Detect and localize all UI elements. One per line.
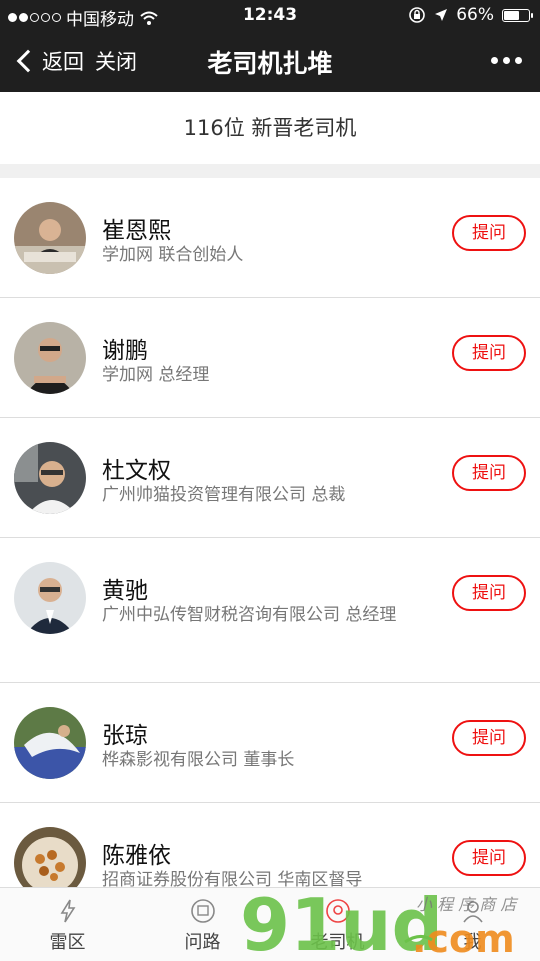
driver-name: 陈雅依 [102, 843, 171, 869]
user-icon [463, 901, 483, 923]
location-arrow-icon [435, 9, 448, 21]
driver-desc: 桦森影视有限公司 董事长 [102, 750, 295, 770]
list-item[interactable]: 黄驰 广州中弘传智财税咨询有限公司 总经理 提问 [0, 538, 540, 683]
tab-ask-way[interactable]: 问路 [135, 888, 270, 961]
ask-button[interactable]: 提问 [452, 720, 526, 756]
list-item[interactable]: 张琼 桦森影视有限公司 董事长 提问 [0, 683, 540, 803]
driver-name: 黄驰 [102, 578, 148, 604]
tab-label: 雷区 [49, 932, 86, 953]
tab-drivers[interactable]: 老司机 [270, 888, 405, 961]
tab-label: 老司机 [310, 932, 365, 953]
driver-name: 谢鹏 [102, 338, 148, 364]
status-bar: 中国移动 12:43 66% [0, 0, 540, 30]
avatar [14, 322, 86, 394]
battery-percent: 66% [456, 5, 494, 25]
ask-button[interactable]: 提问 [452, 575, 526, 611]
driver-name: 张琼 [102, 723, 148, 749]
avatar [14, 442, 86, 514]
avatar [14, 202, 86, 274]
list-item[interactable]: 谢鹏 学加网 总经理 提问 [0, 298, 540, 418]
avatar [14, 707, 86, 779]
lightning-icon [60, 899, 76, 923]
status-right: 66% [408, 5, 533, 25]
driver-desc: 学加网 总经理 [102, 365, 210, 385]
driver-icon [326, 899, 350, 923]
driver-name: 崔恩熙 [102, 218, 171, 244]
question-bubble-icon [191, 899, 215, 923]
driver-list: 崔恩熙 学加网 联合创始人 提问 谢鹏 学加网 总经理 提问 杜文权 广州帅猫投… [0, 178, 540, 923]
driver-desc: 广州中弘传智财税咨询有限公司 总经理 [102, 605, 397, 625]
more-icon[interactable] [491, 57, 522, 64]
nav-bar: 返回 关闭 老司机扎堆 [0, 30, 540, 92]
list-item[interactable]: 崔恩熙 学加网 联合创始人 提问 [0, 178, 540, 298]
tab-me[interactable]: 我 [405, 888, 540, 961]
driver-name: 杜文权 [102, 458, 171, 484]
tab-label: 我 [463, 932, 482, 953]
ask-button[interactable]: 提问 [452, 335, 526, 371]
page-title: 老司机扎堆 [207, 49, 333, 78]
tab-label: 问路 [184, 932, 221, 953]
ask-button[interactable]: 提问 [452, 215, 526, 251]
driver-desc: 广州帅猫投资管理有限公司 总裁 [102, 485, 346, 505]
avatar [14, 562, 86, 634]
tab-bar: 雷区 问路 老司机 我 [0, 887, 540, 961]
rotation-lock-icon [409, 7, 426, 23]
driver-desc: 学加网 联合创始人 [102, 245, 244, 265]
driver-count: 116位 新晋老司机 [0, 92, 540, 164]
list-item[interactable]: 杜文权 广州帅猫投资管理有限公司 总裁 提问 [0, 418, 540, 538]
ask-button[interactable]: 提问 [452, 840, 526, 876]
ask-button[interactable]: 提问 [452, 455, 526, 491]
battery-icon [502, 8, 533, 22]
tab-minefield[interactable]: 雷区 [0, 888, 135, 961]
